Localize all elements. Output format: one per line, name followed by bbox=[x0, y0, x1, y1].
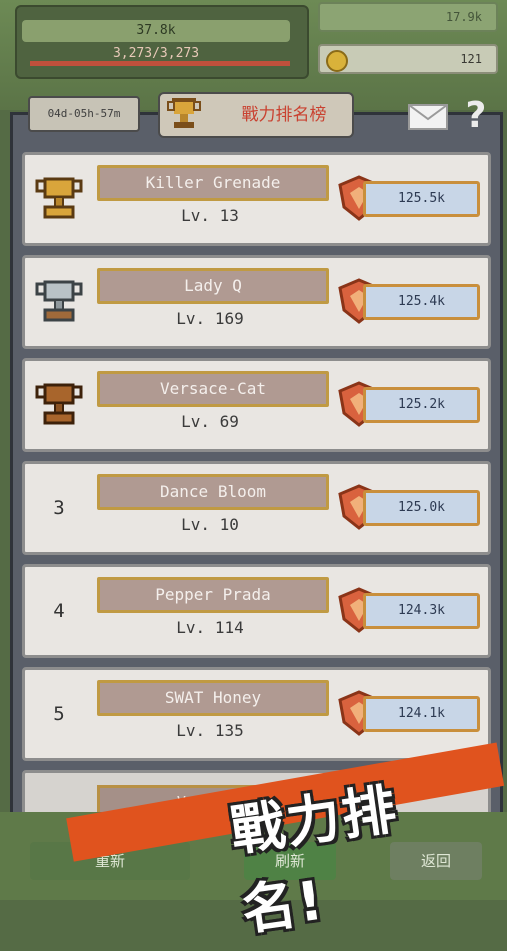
power-value: 125.2k bbox=[363, 387, 480, 423]
player-name: Versace-Cat bbox=[97, 371, 329, 407]
top-right-value: 17.9k bbox=[445, 10, 482, 24]
player-name: Pepper Prada bbox=[97, 577, 329, 613]
ranking-row[interactable]: Killer Grenade Lv. 13 125.5k bbox=[22, 152, 491, 246]
ranking-title-banner: 戰力排名榜 bbox=[158, 92, 354, 138]
gold-trophy-icon bbox=[35, 177, 83, 219]
rank-number: 3 bbox=[53, 497, 65, 519]
power-value: 125.5k bbox=[363, 181, 480, 217]
power-value: 124.3k bbox=[363, 593, 480, 629]
top-right-resource[interactable]: 17.9k bbox=[318, 2, 498, 32]
player-level: Lv. 10 bbox=[181, 515, 239, 534]
player-level: Lv. 69 bbox=[181, 412, 239, 431]
help-icon[interactable]: ? bbox=[458, 96, 494, 136]
ranking-row[interactable]: Lady Q Lv. 169 125.4k bbox=[22, 255, 491, 349]
player-name: Killer Grenade bbox=[97, 165, 329, 201]
player-name: Dance Bloom bbox=[97, 474, 329, 510]
trophy-icon bbox=[167, 98, 201, 128]
player-power-value: 37.8k bbox=[22, 20, 290, 42]
coin-counter[interactable]: 121 bbox=[318, 44, 498, 74]
silver-trophy-icon bbox=[35, 280, 83, 322]
player-name: SWAT Honey bbox=[97, 680, 329, 716]
ranking-row[interactable]: 4 Pepper Prada Lv. 114 124.3k bbox=[22, 564, 491, 658]
rank-number: 5 bbox=[53, 703, 65, 725]
rank-slot bbox=[31, 171, 87, 227]
player-level: Lv. 114 bbox=[176, 618, 244, 637]
hp-bar bbox=[30, 61, 290, 66]
ranking-row[interactable]: 5 SWAT Honey Lv. 135 124.1k bbox=[22, 667, 491, 761]
ranking-row[interactable]: 3 Dance Bloom Lv. 10 125.0k bbox=[22, 461, 491, 555]
player-name: Lady Q bbox=[97, 268, 329, 304]
power-value: 125.4k bbox=[363, 284, 480, 320]
rank-number: 4 bbox=[53, 600, 65, 622]
player-level: Lv. 135 bbox=[176, 721, 244, 740]
power-value: 124.1k bbox=[363, 696, 480, 732]
mail-icon[interactable] bbox=[408, 104, 448, 130]
player-status-panel bbox=[15, 5, 309, 79]
player-level: Lv. 169 bbox=[176, 309, 244, 328]
player-level: Lv. 13 bbox=[181, 206, 239, 225]
bronze-trophy-icon bbox=[35, 383, 83, 425]
ranking-row[interactable]: Versace-Cat Lv. 69 125.2k bbox=[22, 358, 491, 452]
page-title: 戰力排名榜 bbox=[241, 105, 327, 125]
rank-slot bbox=[31, 274, 87, 330]
coin-icon bbox=[326, 50, 348, 72]
countdown-timer: 04d-05h-57m bbox=[28, 96, 140, 132]
power-value: 125.0k bbox=[363, 490, 480, 526]
coin-value: 121 bbox=[460, 52, 482, 66]
rank-slot bbox=[31, 377, 87, 433]
